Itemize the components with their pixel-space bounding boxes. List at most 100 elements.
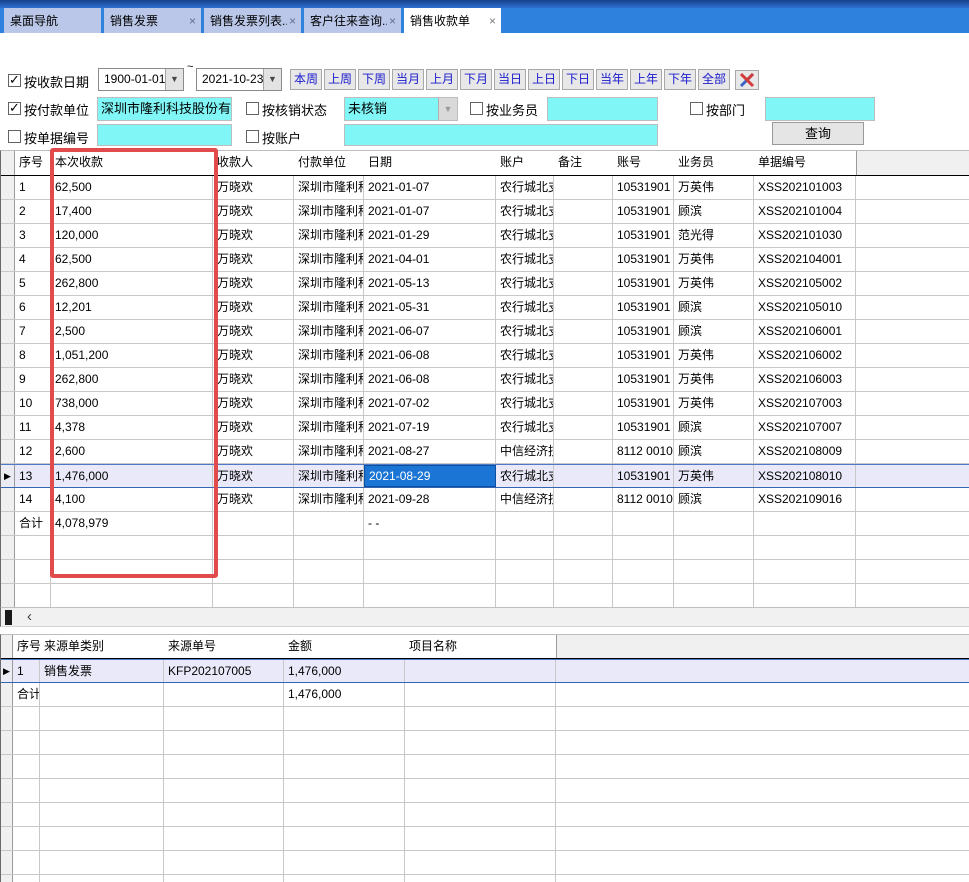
cell[interactable]: 深圳市隆利科技 [294,488,364,511]
cell[interactable] [164,731,284,754]
row-selector[interactable]: ▶ [1,465,15,487]
cell[interactable]: 顾滨 [674,440,754,463]
cell[interactable]: 1,051,200 [51,344,213,367]
tab-close-icon[interactable]: × [289,15,296,27]
cell[interactable] [40,779,164,802]
cell[interactable] [40,851,164,874]
cell[interactable]: 7 [15,320,51,343]
cell[interactable]: 10531901 [613,465,674,487]
cell[interactable] [40,755,164,778]
cell[interactable] [674,536,754,559]
cell[interactable]: XSS202104001 [754,248,856,271]
cell[interactable] [496,560,554,583]
cell[interactable]: 顾滨 [674,200,754,223]
tab-2[interactable]: 销售发票列表...× [204,8,301,33]
scroll-left-icon[interactable]: ‹ [27,608,32,626]
chevron-down-icon[interactable]: ▼ [165,69,183,90]
cell[interactable] [284,779,405,802]
cell[interactable] [754,560,856,583]
cell[interactable]: 农行城北支 [496,272,554,295]
row-selector[interactable] [1,296,15,319]
cell[interactable]: 农行城北支 [496,392,554,415]
chevron-down-icon[interactable]: ▼ [263,69,281,90]
cell[interactable]: XSS202107007 [754,416,856,439]
cell[interactable] [284,755,405,778]
cell[interactable] [405,803,556,826]
cell[interactable]: 2021-01-07 [364,200,496,223]
cell[interactable] [13,827,40,850]
cell[interactable]: 农行城北支 [496,248,554,271]
cell[interactable]: 2021-08-27 [364,440,496,463]
cell[interactable]: 120,000 [51,224,213,247]
cell[interactable]: 万晓欢 [213,176,294,199]
cell[interactable]: 738,000 [51,392,213,415]
cell[interactable] [40,803,164,826]
cell[interactable]: 4,378 [51,416,213,439]
cell[interactable] [40,875,164,882]
row-selector[interactable] [1,440,15,463]
cell[interactable]: XSS202108009 [754,440,856,463]
cell[interactable] [164,755,284,778]
cell[interactable]: XSS202101004 [754,200,856,223]
cell[interactable]: 销售发票 [40,660,164,682]
cell[interactable] [405,755,556,778]
quick-range-button[interactable]: 下周 [358,69,390,90]
cell[interactable]: 11 [15,416,51,439]
cell[interactable]: 10531901 [613,272,674,295]
cell[interactable]: 10531901 [613,248,674,271]
cell[interactable] [294,536,364,559]
cell[interactable]: 62,500 [51,248,213,271]
row-selector[interactable] [1,224,15,247]
cell[interactable]: 深圳市隆利科技 [294,465,364,487]
department-checkbox[interactable] [690,102,703,115]
account-input[interactable] [344,124,658,146]
cell[interactable]: 10531901 [613,200,674,223]
cell[interactable]: 深圳市隆利科技 [294,368,364,391]
cell[interactable]: 深圳市隆利科技 [294,176,364,199]
cell[interactable]: 万英伟 [674,368,754,391]
cell[interactable]: 6 [15,296,51,319]
cell[interactable]: 万英伟 [674,176,754,199]
cell[interactable]: 62,500 [51,176,213,199]
cell[interactable] [284,827,405,850]
row-selector[interactable] [1,200,15,223]
cell[interactable]: 深圳市隆利科技 [294,416,364,439]
cell[interactable] [554,392,613,415]
cell[interactable]: 农行城北支 [496,465,554,487]
tab-0[interactable]: 桌面导航 [4,8,101,33]
cell[interactable]: 13 [15,465,51,487]
doc-number-input[interactable] [97,124,232,146]
cell[interactable] [13,875,40,882]
cell[interactable]: 万晓欢 [213,488,294,511]
quick-range-button[interactable]: 上月 [426,69,458,90]
cell[interactable]: 万晓欢 [213,368,294,391]
cell[interactable]: XSS202106001 [754,320,856,343]
cell[interactable]: 8112 0010 [613,488,674,511]
tab-3[interactable]: 客户往来查询...× [304,8,401,33]
cell[interactable]: 农行城北支 [496,296,554,319]
cell[interactable] [284,731,405,754]
cell[interactable] [284,803,405,826]
quick-range-button[interactable]: 当日 [494,69,526,90]
cell[interactable] [164,779,284,802]
cell[interactable] [496,584,554,607]
row-selector[interactable] [1,272,15,295]
cell[interactable] [554,224,613,247]
cell[interactable] [13,731,40,754]
cell[interactable] [164,803,284,826]
cell[interactable]: 农行城北支 [496,224,554,247]
quick-range-button[interactable]: 下年 [664,69,696,90]
cell[interactable]: 万英伟 [674,465,754,487]
cell[interactable] [15,584,51,607]
cell[interactable]: 10531901 [613,392,674,415]
cell[interactable] [164,827,284,850]
cell[interactable] [40,707,164,730]
cell[interactable]: 万英伟 [674,344,754,367]
cell[interactable] [554,368,613,391]
cell[interactable]: 中信经济技 [496,440,554,463]
cell[interactable]: 2021-05-13 [364,272,496,295]
cell[interactable]: 2021-04-01 [364,248,496,271]
cell[interactable]: 万英伟 [674,392,754,415]
row-selector[interactable] [1,392,15,415]
cell[interactable] [13,779,40,802]
